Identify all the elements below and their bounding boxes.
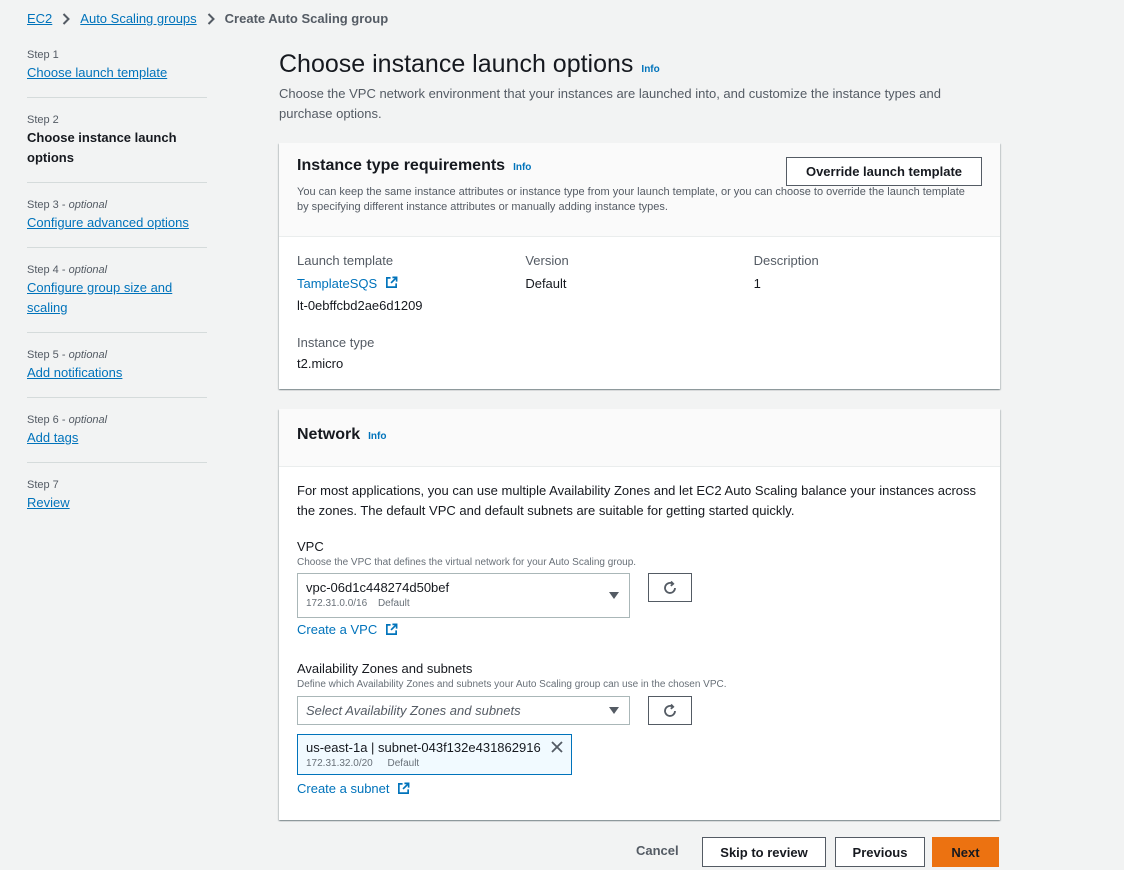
- subnet-token-label: us-east-1a | subnet-043f132e431862916: [306, 740, 541, 755]
- chevron-right-icon: [62, 12, 71, 25]
- step-3: Step 3 - optional Configure advanced opt…: [27, 197, 207, 248]
- launch-template-link[interactable]: TamplateSQS: [297, 276, 377, 291]
- card-description: You can keep the same instance attribute…: [297, 186, 965, 213]
- card-title: Network: [297, 426, 361, 443]
- step-label: Step 6 - optional: [27, 414, 108, 426]
- chevron-right-icon: [207, 12, 215, 25]
- external-link-icon: [385, 623, 398, 639]
- subnet-cidr: 172.31.32.0/20: [306, 758, 373, 769]
- launch-template-id: lt-0ebffcbd2ae6d1209: [297, 298, 423, 314]
- info-link[interactable]: Info: [641, 64, 659, 75]
- launch-template-link-row: TamplateSQS: [297, 273, 525, 295]
- create-subnet-link[interactable]: Create a subnet: [297, 781, 390, 796]
- card-title-row: Network Info: [297, 426, 982, 444]
- next-button[interactable]: Next: [932, 837, 999, 867]
- info-link[interactable]: Info: [368, 431, 386, 442]
- page-description: Choose the VPC network environment that …: [279, 86, 941, 121]
- refresh-icon: [662, 580, 678, 596]
- page-header: Choose instance launch options Info: [279, 48, 1000, 80]
- vpc-cidr: 172.31.0.0/16: [306, 598, 368, 609]
- step-link-configure-group-size[interactable]: Configure group size and scaling: [27, 278, 187, 318]
- step-1: Step 1 Choose launch template: [27, 47, 207, 98]
- refresh-icon: [662, 703, 678, 719]
- main-content: Choose instance launch options Info Choo…: [279, 48, 1000, 820]
- launch-template-label: Launch template: [297, 253, 394, 268]
- breadcrumb-current: Create Auto Scaling group: [224, 11, 389, 26]
- breadcrumb: EC2 Auto Scaling groups Create Auto Scal…: [27, 11, 388, 26]
- step-link-add-notifications[interactable]: Add notifications: [27, 363, 207, 383]
- page-title: Choose instance launch options: [279, 50, 634, 78]
- breadcrumb-auto-scaling-groups[interactable]: Auto Scaling groups: [80, 11, 196, 26]
- az-label: Availability Zones and subnets: [297, 661, 473, 676]
- instance-type-label: Instance type: [297, 335, 375, 351]
- description-value: 1: [753, 276, 761, 291]
- step-link-configure-advanced-options[interactable]: Configure advanced options: [27, 213, 207, 233]
- kv-instance-type: Instance type t2.micro: [297, 333, 982, 374]
- create-vpc-link[interactable]: Create a VPC: [297, 622, 377, 637]
- step-label: Step 4 - optional: [27, 264, 108, 276]
- info-link[interactable]: Info: [513, 162, 531, 173]
- subnet-token: us-east-1a | subnet-043f132e431862916 17…: [297, 734, 572, 775]
- step-link-review[interactable]: Review: [27, 493, 207, 513]
- az-refresh-button[interactable]: [648, 696, 692, 725]
- card-body: For most applications, you can use multi…: [279, 467, 1000, 819]
- vpc-select[interactable]: vpc-06d1c448274d50bef 172.31.0.0/16 Defa…: [297, 573, 630, 618]
- kv-version: Version Default: [525, 251, 753, 316]
- step-4: Step 4 - optional Configure group size a…: [27, 262, 207, 333]
- wizard-footer: Cancel Skip to review Previous Next: [0, 837, 1124, 867]
- vpc-value: vpc-06d1c448274d50bef: [306, 580, 450, 595]
- step-6: Step 6 - optional Add tags: [27, 412, 207, 463]
- az-subnets-select[interactable]: Select Availability Zones and subnets: [297, 696, 630, 725]
- version-label: Version: [525, 253, 569, 268]
- vpc-default-tag: Default: [377, 598, 410, 609]
- instance-type-card: Instance type requirements Info Override…: [279, 143, 1000, 389]
- caret-down-icon: [609, 706, 619, 714]
- vpc-meta: 172.31.0.0/16 Default: [306, 596, 621, 611]
- skip-to-review-button[interactable]: Skip to review: [702, 837, 826, 867]
- vpc-refresh-button[interactable]: [648, 573, 692, 602]
- kv-description: Description 1: [754, 251, 982, 316]
- card-header: Instance type requirements Info Override…: [279, 143, 1000, 237]
- step-label: Step 5 - optional: [27, 349, 108, 361]
- az-field: Availability Zones and subnets Define wh…: [297, 660, 727, 692]
- step-current-choose-instance-launch-options: Choose instance launch options: [27, 130, 177, 165]
- create-subnet-row: Create a subnet: [297, 781, 410, 798]
- wizard-steps-nav: Step 1 Choose launch template Step 2 Cho…: [27, 47, 207, 541]
- az-placeholder: Select Availability Zones and subnets: [306, 703, 521, 718]
- vpc-field: VPC Choose the VPC that defines the virt…: [297, 538, 636, 570]
- step-2: Step 2 Choose instance launch options: [27, 112, 207, 183]
- breadcrumb-ec2[interactable]: EC2: [27, 11, 52, 26]
- card-title: Instance type requirements: [297, 157, 506, 174]
- kv-grid: Launch template TamplateSQS lt-0ebffcbd2…: [297, 251, 982, 316]
- external-link-icon: [385, 274, 398, 295]
- az-help: Define which Availability Zones and subn…: [297, 679, 727, 690]
- card-body: Launch template TamplateSQS lt-0ebffcbd2…: [279, 237, 1000, 388]
- step-label: Step 1: [27, 49, 59, 61]
- step-link-add-tags[interactable]: Add tags: [27, 428, 207, 448]
- instance-type-value: t2.micro: [297, 356, 344, 372]
- version-value: Default: [525, 276, 567, 291]
- vpc-label: VPC: [297, 539, 324, 554]
- caret-down-icon: [609, 591, 619, 599]
- network-intro: For most applications, you can use multi…: [297, 483, 977, 518]
- card-header: Network Info: [279, 409, 1000, 467]
- vpc-help: Choose the VPC that defines the virtual …: [297, 557, 637, 568]
- step-5: Step 5 - optional Add notifications: [27, 347, 207, 398]
- kv-launch-template: Launch template TamplateSQS lt-0ebffcbd2…: [297, 251, 525, 316]
- cancel-button[interactable]: Cancel: [636, 843, 679, 858]
- subnet-token-meta: 172.31.32.0/20 Default: [306, 756, 563, 771]
- description-label: Description: [753, 253, 819, 268]
- subnet-default-tag: Default: [387, 758, 420, 769]
- external-link-icon: [397, 782, 410, 798]
- override-launch-template-button[interactable]: Override launch template: [786, 157, 982, 186]
- step-7: Step 7 Review: [27, 477, 207, 527]
- previous-button[interactable]: Previous: [835, 837, 925, 867]
- create-vpc-row: Create a VPC: [297, 622, 398, 639]
- step-link-choose-launch-template[interactable]: Choose launch template: [27, 63, 207, 83]
- step-label: Step 2: [27, 114, 59, 126]
- network-card: Network Info For most applications, you …: [279, 409, 1000, 820]
- close-icon[interactable]: [551, 741, 563, 753]
- step-label: Step 3 - optional: [27, 199, 108, 211]
- step-label: Step 7: [27, 479, 59, 491]
